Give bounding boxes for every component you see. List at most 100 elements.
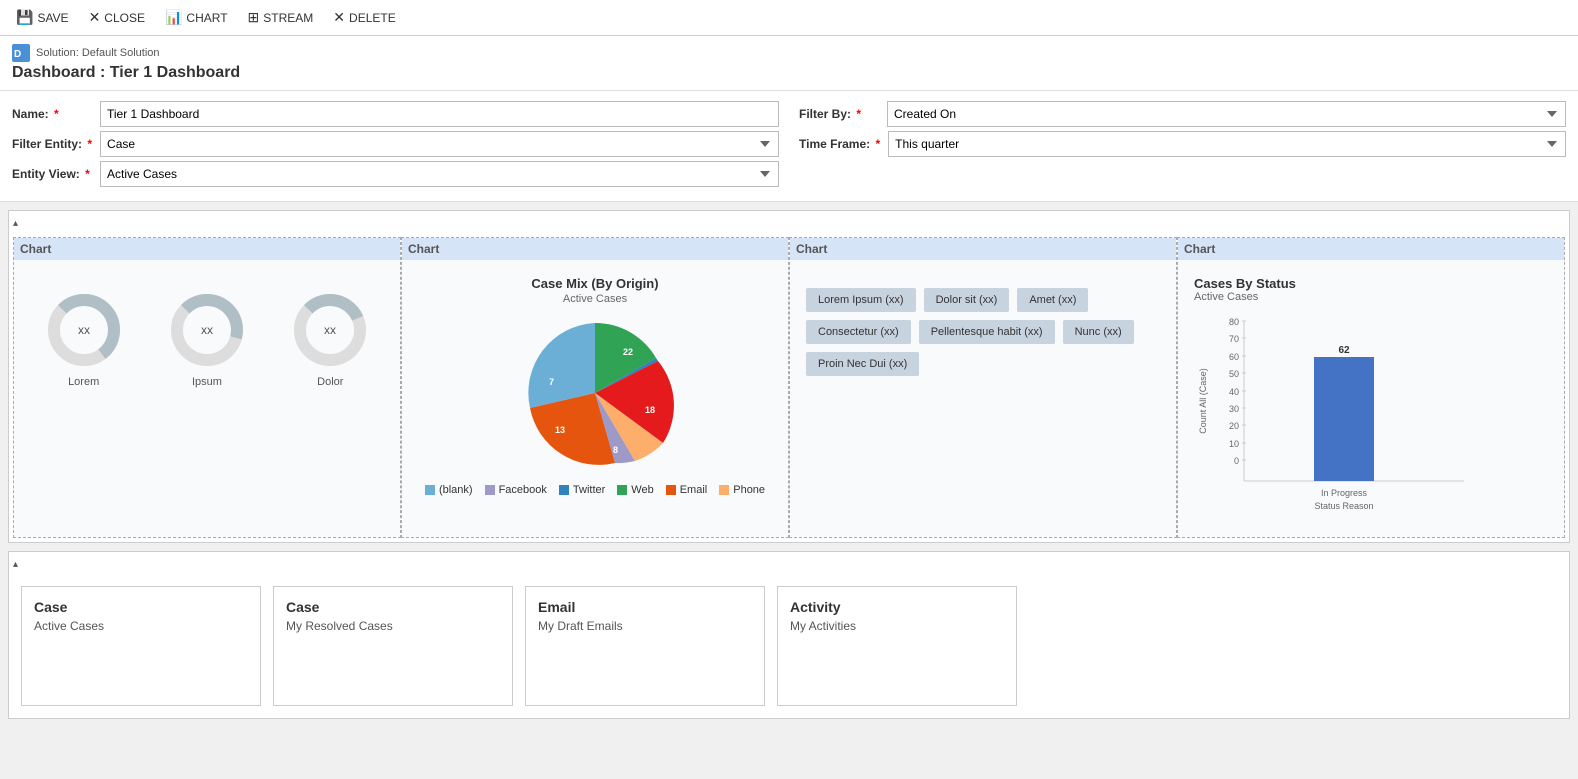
donut-item-1: xx Lorem: [44, 290, 124, 388]
charts-section: ▴ Chart xx Lorem: [8, 210, 1570, 543]
chart-panel-3: Chart Lorem Ipsum (xx) Dolor sit (xx) Am…: [789, 237, 1177, 538]
list-card-1-view: Active Cases: [34, 619, 248, 633]
list-card-4-entity: Activity: [790, 599, 1004, 615]
delete-button[interactable]: ✕ DELETE: [325, 5, 403, 30]
svg-text:70: 70: [1229, 334, 1239, 344]
svg-text:Status Reason: Status Reason: [1314, 501, 1373, 511]
bar-chart-svg: 80 70 60 50 40 30 20 10: [1194, 311, 1474, 521]
list-card-2-view: My Resolved Cases: [286, 619, 500, 633]
filter-entity-row: Filter Entity: * Case: [12, 131, 779, 157]
bar-chart-title: Cases By Status: [1194, 276, 1548, 291]
svg-text:22: 22: [623, 347, 633, 357]
legend-dot-blank: [425, 485, 435, 495]
list-card-1[interactable]: Case Active Cases: [21, 586, 261, 706]
filter-by-row: Filter By: * Created On: [799, 101, 1566, 127]
time-frame-row: Time Frame: * This quarter: [799, 131, 1566, 157]
tags-area: Lorem Ipsum (xx) Dolor sit (xx) Amet (xx…: [798, 268, 1168, 396]
list-card-4[interactable]: Activity My Activities: [777, 586, 1017, 706]
form-area: Name: * Filter Entity: * Case Entity Vie…: [0, 91, 1578, 202]
list-card-2-entity: Case: [286, 599, 500, 615]
donut-label-3: Dolor: [290, 376, 370, 388]
page-header: D Solution: Default Solution Dashboard :…: [0, 36, 1578, 91]
name-label: Name: *: [12, 107, 92, 121]
legend-dot-phone: [719, 485, 729, 495]
donut-label-2: Ipsum: [167, 376, 247, 388]
stream-button[interactable]: ⊞ STREAM: [240, 5, 322, 30]
legend-item-facebook: Facebook: [485, 484, 547, 496]
pie-legend: (blank) Facebook Twitter Web: [418, 484, 772, 496]
list-card-2[interactable]: Case My Resolved Cases: [273, 586, 513, 706]
tag-proin[interactable]: Proin Nec Dui (xx): [806, 352, 919, 376]
donut-svg-3: xx: [290, 290, 370, 370]
svg-text:xx: xx: [324, 323, 336, 337]
legend-item-phone: Phone: [719, 484, 765, 496]
svg-text:62: 62: [1338, 345, 1350, 356]
svg-text:0: 0: [1234, 456, 1239, 466]
list-card-1-entity: Case: [34, 599, 248, 615]
donut-label-1: Lorem: [44, 376, 124, 388]
solution-icon: D: [12, 44, 30, 62]
save-icon: 💾: [16, 9, 33, 26]
legend-item-email: Email: [666, 484, 708, 496]
donut-svg-2: xx: [167, 290, 247, 370]
donut-row: xx Lorem xx Ipsum: [22, 290, 392, 388]
page-title: Dashboard : Tier 1 Dashboard: [12, 64, 1566, 82]
tag-consectetur[interactable]: Consectetur (xx): [806, 320, 911, 344]
stream-icon: ⊞: [248, 9, 260, 26]
svg-text:In Progress: In Progress: [1321, 488, 1368, 498]
pie-subtitle: Active Cases: [418, 293, 772, 305]
svg-text:60: 60: [1229, 352, 1239, 362]
tag-amet[interactable]: Amet (xx): [1017, 288, 1088, 312]
svg-text:7: 7: [549, 377, 554, 387]
main-content: ▴ Chart xx Lorem: [0, 202, 1578, 735]
chart-icon: 📊: [165, 9, 182, 26]
tag-lorem-ipsum[interactable]: Lorem Ipsum (xx): [806, 288, 916, 312]
legend-dot-web: [617, 485, 627, 495]
list-card-3[interactable]: Email My Draft Emails: [525, 586, 765, 706]
list-card-4-view: My Activities: [790, 619, 1004, 633]
svg-text:Count All (Case): Count All (Case): [1198, 368, 1208, 434]
lists-row: Case Active Cases Case My Resolved Cases…: [13, 578, 1565, 714]
tag-pellentesque[interactable]: Pellentesque habit (xx): [919, 320, 1055, 344]
chart1-header: Chart: [14, 238, 400, 260]
chart-panel-4: Chart Cases By Status Active Cases 80 70: [1177, 237, 1565, 538]
close-icon: ✕: [89, 9, 101, 26]
svg-text:D: D: [14, 49, 21, 60]
close-button[interactable]: ✕ CLOSE: [81, 5, 153, 30]
toolbar: 💾 SAVE ✕ CLOSE 📊 CHART ⊞ STREAM ✕ DELETE: [0, 0, 1578, 36]
list-card-3-view: My Draft Emails: [538, 619, 752, 633]
pie-svg: 22 18 8 13 7: [515, 313, 675, 473]
tag-dolor-sit[interactable]: Dolor sit (xx): [924, 288, 1010, 312]
name-input[interactable]: [100, 101, 779, 127]
entity-view-select[interactable]: Active Cases: [100, 161, 779, 187]
save-button[interactable]: 💾 SAVE: [8, 5, 77, 30]
filter-by-select[interactable]: Created On: [887, 101, 1566, 127]
bar-in-progress: [1314, 357, 1374, 481]
charts-row: Chart xx Lorem: [13, 237, 1565, 538]
chart-button[interactable]: 📊 CHART: [157, 5, 236, 30]
time-frame-select[interactable]: This quarter: [888, 131, 1566, 157]
svg-text:40: 40: [1229, 387, 1239, 397]
filter-entity-select[interactable]: Case: [100, 131, 779, 157]
entity-view-row: Entity View: * Active Cases: [12, 161, 779, 187]
chart4-header: Chart: [1178, 238, 1564, 260]
lists-collapse-arrow[interactable]: ▴: [13, 559, 18, 570]
svg-text:18: 18: [645, 405, 655, 415]
filter-entity-label: Filter Entity: *: [12, 137, 92, 151]
chart-panel-2: Chart Case Mix (By Origin) Active Cases: [401, 237, 789, 538]
lists-section: ▴ Case Active Cases Case My Resolved Cas…: [8, 551, 1570, 719]
time-frame-label: Time Frame: *: [799, 137, 880, 151]
svg-text:80: 80: [1229, 317, 1239, 327]
legend-item-twitter: Twitter: [559, 484, 605, 496]
donut-item-2: xx Ipsum: [167, 290, 247, 388]
collapse-arrow[interactable]: ▴: [13, 218, 18, 229]
pie-chart-area: Case Mix (By Origin) Active Cases: [410, 268, 780, 504]
chart2-header: Chart: [402, 238, 788, 260]
tag-nunc[interactable]: Nunc (xx): [1063, 320, 1134, 344]
legend-item-blank: (blank): [425, 484, 473, 496]
delete-icon: ✕: [333, 9, 345, 26]
legend-dot-email: [666, 485, 676, 495]
svg-text:10: 10: [1229, 439, 1239, 449]
legend-item-web: Web: [617, 484, 653, 496]
donut-svg-1: xx: [44, 290, 124, 370]
